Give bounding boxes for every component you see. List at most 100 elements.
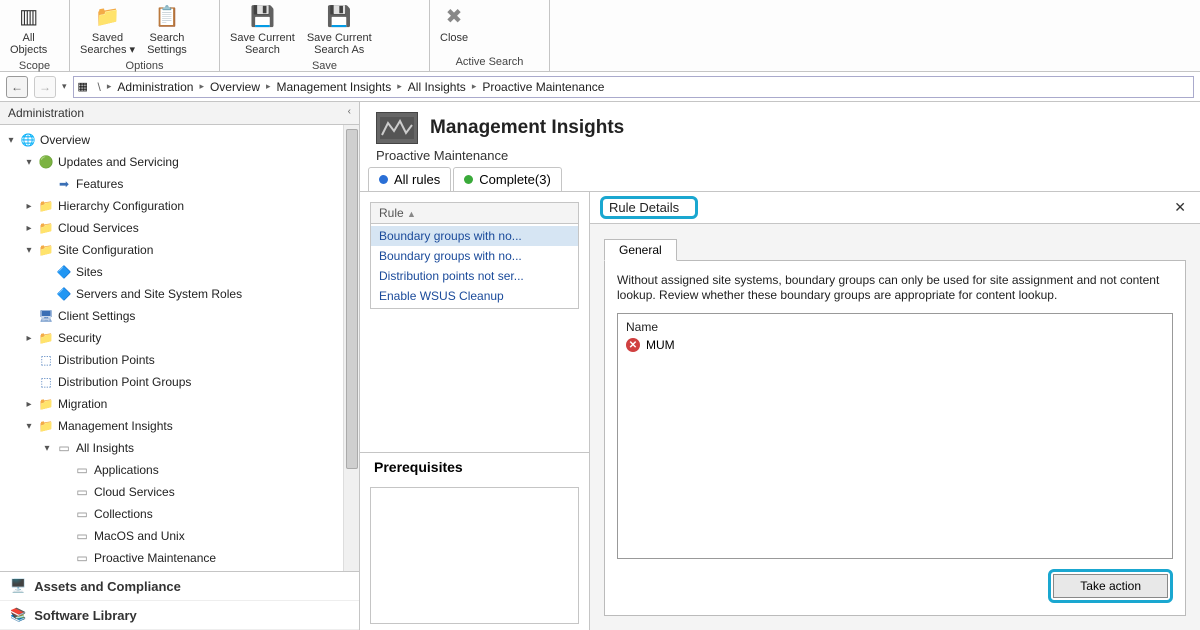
tree-node[interactable]: ▭Applications <box>0 459 359 481</box>
ribbon-group-label: Active Search <box>436 54 543 71</box>
tree-node-label: Distribution Points <box>58 353 155 367</box>
tree-node-label: Cloud Services <box>58 221 139 235</box>
tree-node-label: Updates and Servicing <box>58 155 179 169</box>
saved-searches-button[interactable]: 📁 Saved Searches ▾ <box>76 2 139 58</box>
prerequisites-heading: Prerequisites <box>360 452 589 481</box>
take-action-highlight: Take action <box>1048 569 1173 603</box>
sidebar-title: Administration ‹ <box>0 102 359 125</box>
insights-icon <box>376 112 418 144</box>
feat-icon: ➡ <box>56 177 72 191</box>
breadcrumb-segment[interactable]: Administration <box>117 80 193 94</box>
tree-node[interactable]: 🔷Servers and Site System Roles <box>0 283 359 305</box>
tree-node[interactable]: ▭Cloud Services <box>0 481 359 503</box>
tree-node[interactable]: ▭MacOS and Unix <box>0 525 359 547</box>
expander-icon[interactable]: ▸ <box>24 399 34 410</box>
rule-list: Boundary groups with no...Boundary group… <box>370 224 579 309</box>
tree-node[interactable]: ▸📁Security <box>0 327 359 349</box>
tab-general[interactable]: General <box>604 239 677 261</box>
globe-icon: 🌐 <box>20 133 36 147</box>
tree-node[interactable]: ▾ 🟢 Updates and Servicing <box>0 151 359 173</box>
rule-row[interactable]: Distribution points not ser... <box>371 266 578 286</box>
breadcrumb-segment[interactable]: Overview <box>210 80 260 94</box>
detail-title: Rule Details <box>600 196 698 219</box>
tree-node[interactable]: ▾ 📁 Management Insights <box>0 415 359 437</box>
tree-node[interactable]: 🔷Sites <box>0 261 359 283</box>
rule-row[interactable]: Boundary groups with no... <box>371 226 578 246</box>
tree-node[interactable]: ▸📁Migration <box>0 393 359 415</box>
library-icon: 📚 <box>10 607 26 623</box>
page-title: Management Insights <box>430 117 624 139</box>
rule-column-header[interactable]: Rule ▲ <box>370 202 579 224</box>
workspace-software[interactable]: 📚 Software Library <box>0 601 359 630</box>
status-dot-icon <box>464 175 473 184</box>
tree-node-label: Management Insights <box>58 419 173 433</box>
objects-icon: ▥ <box>16 4 42 30</box>
folder-search-icon: 📁 <box>95 4 121 30</box>
ribbon-btn-label: Saved Searches ▾ <box>80 32 135 56</box>
save-search-as-button[interactable]: 💾 Save Current Search As <box>303 2 376 58</box>
tree-node[interactable]: ▾📁Site Configuration <box>0 239 359 261</box>
tree-node-label: Client Settings <box>58 309 135 323</box>
nav-back-button[interactable]: ← <box>6 76 28 98</box>
breadcrumb-segment[interactable]: All Insights <box>408 80 466 94</box>
tree-node[interactable]: ⬚Distribution Points <box>0 349 359 371</box>
ribbon-toolbar: ▥ All Objects Scope 📁 Saved Searches ▾ 📋… <box>0 0 1200 72</box>
save-icon: 💾 <box>249 4 275 30</box>
tree-node-label: Servers and Site System Roles <box>76 287 242 301</box>
expander-icon[interactable]: ▾ <box>6 135 16 146</box>
sidebar-collapse-icon[interactable]: ‹ <box>348 106 351 120</box>
save-search-button[interactable]: 💾 Save Current Search <box>226 2 299 58</box>
breadcrumb-sep-icon: ▸ <box>199 81 204 92</box>
rule-row[interactable]: Boundary groups with no... <box>371 246 578 266</box>
folder-icon: 📁 <box>38 243 54 257</box>
expander-icon[interactable]: ▾ <box>42 443 52 454</box>
tree-node-label: Migration <box>58 397 107 411</box>
nav-history-dropdown[interactable]: ▾ <box>62 81 67 92</box>
tree-node[interactable]: ⬚Distribution Point Groups <box>0 371 359 393</box>
search-settings-button[interactable]: 📋 Search Settings <box>143 2 191 58</box>
tree-node[interactable]: ➡Features <box>0 173 359 195</box>
breadcrumb-segment[interactable]: Management Insights <box>277 80 392 94</box>
breadcrumb-sep-icon: ▸ <box>107 81 112 92</box>
tab-all-rules[interactable]: All rules <box>368 167 451 191</box>
nav-tree: ▾🌐Overview▾🟢Updates and Servicing➡Featur… <box>0 125 359 571</box>
ribbon-btn-label: Search Settings <box>147 32 187 56</box>
expander-icon[interactable]: ▸ <box>24 201 34 212</box>
tree-node[interactable]: ▸📁Cloud Services <box>0 217 359 239</box>
assets-icon: 🖥️ <box>10 578 26 594</box>
tree-node[interactable]: 🖥Client Settings <box>0 305 359 327</box>
tab-complete[interactable]: Complete(3) <box>453 167 562 191</box>
affected-item-row[interactable]: ✕ MUM <box>626 338 1164 352</box>
tree-node[interactable]: ▭Proactive Maintenance <box>0 547 359 569</box>
take-action-button[interactable]: Take action <box>1053 574 1168 598</box>
tree-scrollbar[interactable] <box>343 125 359 571</box>
tree-node[interactable]: ▾🌐Overview <box>0 129 359 151</box>
expander-icon[interactable]: ▸ <box>24 333 34 344</box>
ribbon-btn-label: All Objects <box>10 32 47 56</box>
affected-item-name: MUM <box>646 338 675 352</box>
expander-icon[interactable]: ▸ <box>24 223 34 234</box>
folder-icon: 📁 <box>38 331 54 345</box>
green-icon: 🟢 <box>38 155 54 169</box>
expander-icon[interactable]: ▾ <box>24 421 34 432</box>
expander-icon[interactable]: ▾ <box>24 157 34 168</box>
tree-node[interactable]: ▭Collections <box>0 503 359 525</box>
rule-row[interactable]: Enable WSUS Cleanup <box>371 286 578 306</box>
breadcrumb-sep-icon: ▸ <box>266 81 271 92</box>
nav-forward-button[interactable]: → <box>34 76 56 98</box>
column-header-text: Rule <box>379 206 404 220</box>
expander-icon[interactable]: ▾ <box>24 245 34 256</box>
error-icon: ✕ <box>626 338 640 352</box>
tree-node[interactable]: ▸📁Hierarchy Configuration <box>0 195 359 217</box>
rules-column: Rule ▲ Boundary groups with no...Boundar… <box>360 192 590 630</box>
all-objects-button[interactable]: ▥ All Objects <box>6 2 51 58</box>
folder-icon: 📁 <box>38 419 54 433</box>
workspace-assets[interactable]: 🖥️ Assets and Compliance <box>0 572 359 601</box>
close-search-button[interactable]: ✖ Close <box>436 2 472 46</box>
rule-description: Without assigned site systems, boundary … <box>617 273 1173 303</box>
tree-node[interactable]: ▾▭All Insights <box>0 437 359 459</box>
address-icon: ▦ <box>78 80 92 94</box>
address-bar[interactable]: ▦ \ ▸Administration▸Overview▸Management … <box>73 76 1194 98</box>
breadcrumb-segment[interactable]: Proactive Maintenance <box>482 80 604 94</box>
close-detail-button[interactable]: ✕ <box>1170 199 1190 216</box>
